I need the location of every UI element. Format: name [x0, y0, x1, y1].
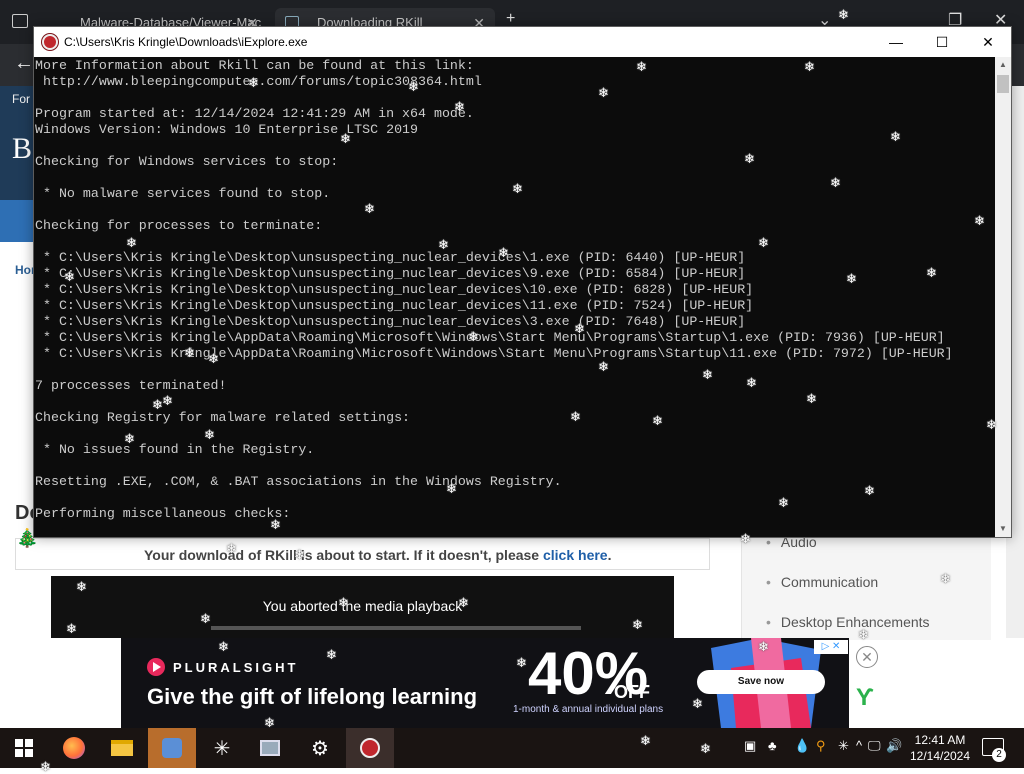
console-line: * C:\Users\Kris Kringle\Desktop\unsuspec…	[42, 314, 746, 329]
console-line: Program started at: 12/14/2024 12:41:29 …	[35, 106, 474, 121]
ad-headline: Give the gift of lifelong learning	[147, 684, 478, 709]
console-line: * No malware services found to stop.	[42, 186, 331, 201]
start-button[interactable]	[0, 728, 48, 768]
category-sidebar: Audio Communication Desktop Enhancements	[741, 520, 991, 640]
notification-count-badge: 2	[992, 748, 1006, 762]
console-line: Checking for Windows services to stop:	[35, 154, 339, 169]
pluralsight-logo-icon	[147, 658, 165, 676]
console-line: Checking for processes to terminate:	[35, 218, 323, 233]
video-message: You aborted the media playback	[262, 598, 463, 614]
network-icon[interactable]: 🖵	[868, 738, 881, 754]
console-line: * No issues found in the Registry.	[42, 442, 315, 457]
clock-date: 12/14/2024	[909, 749, 971, 763]
ad-brand: PLURALSIGHT	[147, 658, 298, 676]
pluralsight-ad[interactable]: PLURALSIGHT Give the gift of lifelong le…	[121, 638, 849, 728]
console-line: Checking Registry for malware related se…	[35, 410, 411, 425]
clock-time: 12:41 AM	[914, 733, 966, 747]
scroll-up-icon[interactable]: ▲	[995, 57, 1011, 73]
ad-off-label: OFF	[614, 682, 650, 702]
download-notice-suffix: .	[607, 547, 612, 563]
settings-icon[interactable]: ⚙	[296, 728, 344, 768]
ad-brand-name: PLURALSIGHT	[173, 659, 299, 675]
site-logo[interactable]: B	[12, 132, 32, 166]
console-line: * C:\Users\Kris Kringle\AppData\Roaming\…	[42, 346, 953, 361]
sidebar-item-desktop-enhancements[interactable]: Desktop Enhancements	[766, 614, 930, 630]
scroll-down-icon[interactable]: ▼	[995, 521, 1011, 537]
tray-people-icon[interactable]: ♣	[768, 738, 777, 753]
tray-drop-icon[interactable]: 💧	[794, 738, 810, 754]
video-progress-bar[interactable]	[211, 626, 581, 630]
console-output[interactable]: More Information about Rkill can be foun…	[34, 57, 995, 537]
file-explorer-icon[interactable]	[98, 728, 146, 768]
tray-app-icon[interactable]: ▣	[744, 738, 756, 754]
console-line: More Information about Rkill can be foun…	[35, 58, 474, 73]
app-icon[interactable]	[148, 728, 196, 768]
console-line: * C:\Users\Kris Kringle\Desktop\unsuspec…	[42, 266, 746, 281]
console-line: http://www.bleepingcomputer.com/forums/t…	[42, 74, 482, 89]
tray-search-icon[interactable]: ⚲	[816, 738, 826, 754]
sidebar-item-communication[interactable]: Communication	[766, 574, 878, 590]
console-line: Resetting .EXE, .COM, & .BAT association…	[35, 474, 562, 489]
tray-chevron-icon[interactable]: ^	[856, 738, 862, 753]
download-notice: Your download of RKill is about to start…	[15, 538, 710, 570]
ad-cta-button[interactable]: Save now	[697, 670, 825, 694]
scroll-thumb[interactable]	[997, 75, 1009, 93]
firefox-icon[interactable]	[50, 728, 98, 768]
tray-snowflake-icon[interactable]: ✳	[838, 738, 849, 754]
download-notice-text: Your download of RKill is about to start…	[144, 547, 611, 563]
rkill-taskbar-icon[interactable]	[346, 728, 394, 768]
click-here-link[interactable]: click here	[543, 547, 608, 563]
feedback-logo-icon[interactable]: Ƴ	[856, 684, 874, 712]
video-player[interactable]: You aborted the media playback	[51, 576, 674, 638]
download-notice-message: Your download of RKill is about to start…	[144, 547, 543, 563]
console-title: C:\Users\Kris Kringle\Downloads\iExplore…	[64, 35, 308, 49]
snowflake-app-icon[interactable]: ✳	[198, 728, 246, 768]
close-icon[interactable]: ✕	[965, 27, 1011, 57]
console-titlebar[interactable]: C:\Users\Kris Kringle\Downloads\iExplore…	[34, 27, 1011, 57]
minimize-icon[interactable]: —	[873, 27, 919, 57]
console-line: * C:\Users\Kris Kringle\AppData\Roaming\…	[42, 330, 945, 345]
console-window: C:\Users\Kris Kringle\Downloads\iExplore…	[33, 26, 1012, 538]
clock[interactable]: 12:41 AM 12/14/2024	[905, 732, 975, 764]
console-line: Windows Version: Windows 10 Enterprise L…	[35, 122, 419, 137]
console-line: * C:\Users\Kris Kringle\Desktop\unsuspec…	[42, 298, 754, 313]
console-line: * C:\Users\Kris Kringle\Desktop\unsuspec…	[42, 282, 754, 297]
console-scrollbar[interactable]: ▲ ▼	[995, 57, 1011, 537]
ad-subtext: 1-month & annual individual plans	[513, 704, 664, 715]
close-ad-icon[interactable]: ✕	[856, 646, 878, 668]
console-text: More Information about Rkill can be foun…	[34, 57, 995, 522]
back-arrow-icon[interactable]: ←	[14, 52, 34, 75]
volume-icon[interactable]: 🔊	[886, 738, 902, 754]
taskbar: ✳ ⚙ ▣ ♣ 💧 ⚲ ✳ ^ 🖵 🔊 12:41 AM 12/14/2024 …	[0, 728, 1024, 768]
console-line: Performing miscellaneous checks:	[35, 506, 291, 521]
windows-logo-icon	[15, 739, 33, 757]
maximize-icon[interactable]: ☐	[919, 27, 965, 57]
adchoices-icon[interactable]: ▷ ✕	[814, 640, 848, 654]
rkill-app-icon	[42, 34, 58, 50]
image-viewer-icon[interactable]	[246, 728, 294, 768]
console-line: 7 proccesses terminated!	[35, 378, 227, 393]
console-line: * C:\Users\Kris Kringle\Desktop\unsuspec…	[42, 250, 746, 265]
tab-actions-icon[interactable]	[12, 14, 28, 28]
forum-nav-label[interactable]: For	[12, 92, 30, 106]
